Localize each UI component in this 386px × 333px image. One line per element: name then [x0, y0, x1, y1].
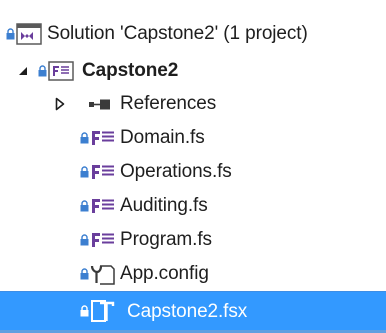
fsharp-file-icon — [92, 199, 114, 213]
tree-item-label: References — [120, 93, 217, 114]
tree-item-label: App.config — [120, 263, 209, 284]
lock-icon — [80, 305, 89, 317]
fsharp-file-icon — [92, 165, 114, 179]
references-icon — [89, 99, 110, 110]
tree-item-label: Auditing.fs — [120, 195, 208, 216]
tree-item-references[interactable]: References — [0, 87, 386, 121]
solution-icon — [16, 23, 42, 45]
tree-item-label: Program.fs — [120, 229, 212, 250]
tree-item-file[interactable]: App.config — [0, 257, 386, 291]
tree-item-label: Solution 'Capstone2' (1 project) — [47, 23, 308, 44]
expanded-chevron-icon[interactable] — [18, 66, 28, 76]
tree-item-label: Capstone2.fsx — [127, 300, 248, 322]
solution-explorer-tree: Solution 'Capstone2' (1 project) Capston… — [0, 0, 386, 333]
tree-item-file[interactable]: Program.fs — [0, 223, 386, 257]
tree-item-label: Operations.fs — [120, 161, 232, 182]
lock-icon — [80, 200, 89, 212]
tree-item-file[interactable]: Operations.fs — [0, 155, 386, 189]
lock-icon — [80, 234, 89, 246]
config-file-icon — [90, 265, 115, 285]
fsharp-file-icon — [92, 233, 114, 247]
lock-icon — [80, 166, 89, 178]
fsharp-file-icon — [92, 131, 114, 145]
lock-icon — [38, 65, 47, 77]
tree-item-file[interactable]: Auditing.fs — [0, 189, 386, 223]
tree-item-solution[interactable]: Solution 'Capstone2' (1 project) — [0, 17, 386, 51]
tree-item-label: Capstone2 — [82, 60, 179, 81]
fsharp-project-icon — [48, 61, 74, 81]
lock-icon — [80, 132, 89, 144]
collapsed-chevron-icon[interactable] — [55, 97, 65, 111]
lock-icon — [80, 268, 89, 280]
tree-item-project[interactable]: Capstone2 — [0, 54, 386, 88]
fsharp-script-icon — [91, 300, 115, 322]
tree-item-file[interactable]: Domain.fs — [0, 121, 386, 155]
lock-icon — [6, 28, 15, 40]
tree-item-label: Domain.fs — [120, 127, 205, 148]
tree-item-file-selected[interactable]: Capstone2.fsx — [0, 291, 386, 331]
